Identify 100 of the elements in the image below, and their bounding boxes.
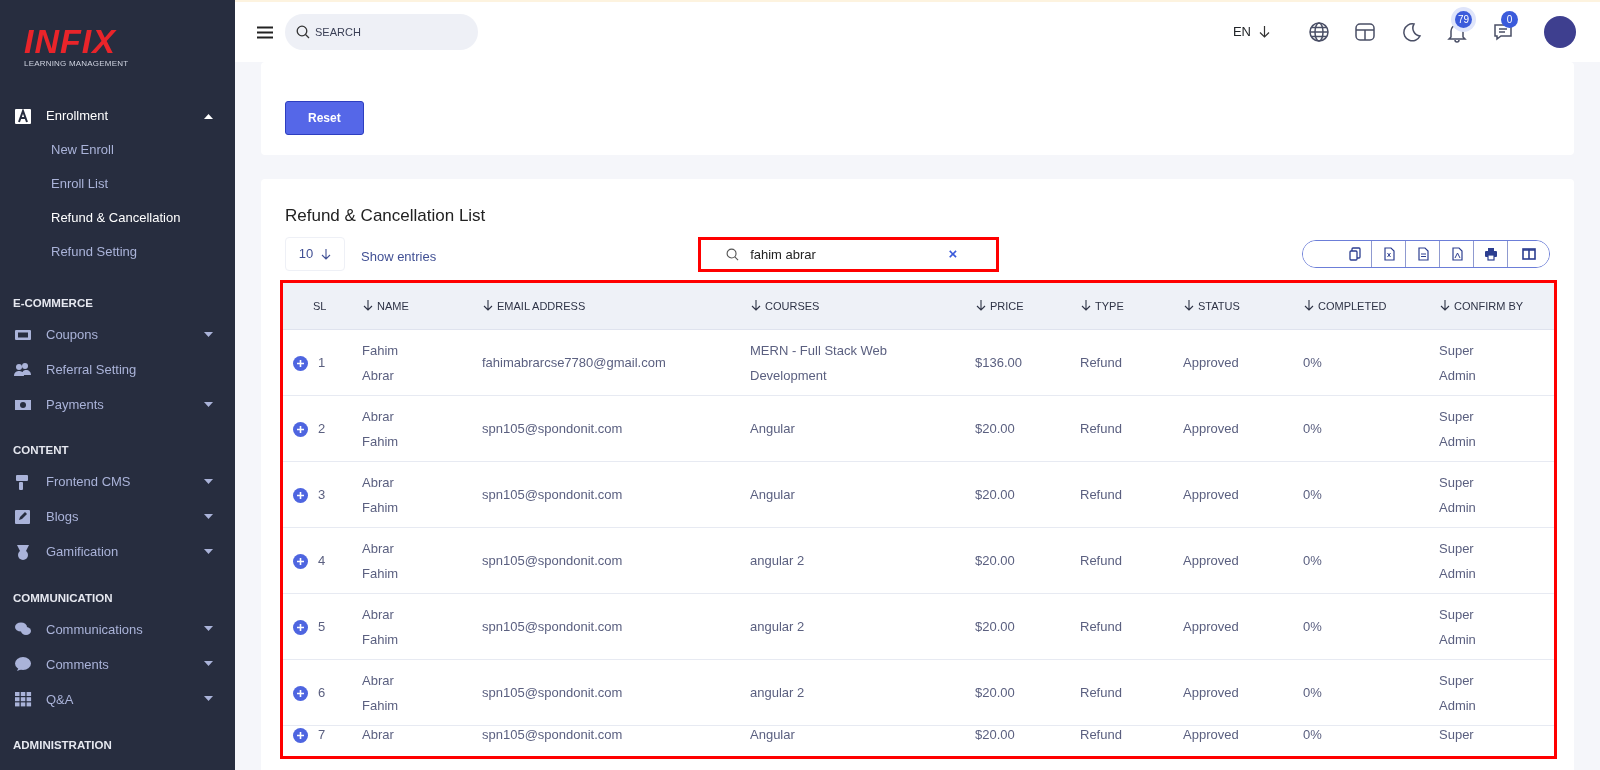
table-cell-text: angular 2 bbox=[750, 618, 805, 636]
submenu-item[interactable]: Refund & Cancellation bbox=[0, 201, 235, 235]
column-header[interactable]: SL bbox=[283, 282, 355, 330]
column-header[interactable]: PRICE bbox=[968, 282, 1073, 330]
plus-icon bbox=[296, 359, 305, 369]
table-cell: Approved bbox=[1183, 355, 1239, 370]
sort-arrow-icon bbox=[1184, 299, 1194, 311]
section-heading: ADMINISTRATION bbox=[12, 737, 113, 753]
columns-icon bbox=[1521, 247, 1536, 261]
table-cell: spn105@spondonit.com bbox=[482, 619, 623, 634]
search-field[interactable]: SEARCH bbox=[285, 14, 478, 50]
column-header[interactable]: COMPLETED bbox=[1296, 282, 1432, 330]
table-cell: 3 bbox=[318, 487, 326, 502]
export-button[interactable] bbox=[1507, 241, 1549, 267]
sort-arrow-icon bbox=[751, 299, 761, 311]
pdf-file-icon bbox=[1449, 247, 1464, 261]
down-arrow-icon bbox=[1259, 26, 1270, 38]
sort-arrow-icon bbox=[976, 299, 986, 311]
down-arrow-icon bbox=[321, 248, 332, 260]
section-title: Refund & Cancellation List bbox=[285, 205, 487, 227]
column-header[interactable]: EMAIL ADDRESS bbox=[475, 282, 743, 330]
expand-row-button[interactable] bbox=[293, 728, 308, 744]
expand-row-button[interactable] bbox=[293, 620, 308, 636]
table-cell: Approved bbox=[1183, 619, 1239, 634]
table-cell-text: Super Admin bbox=[1439, 473, 1477, 517]
expand-row-button[interactable] bbox=[293, 488, 308, 504]
plus-icon bbox=[296, 623, 305, 633]
table-cell: 5 bbox=[318, 619, 326, 634]
table-cell: 0% bbox=[1303, 355, 1322, 370]
table-cell: fahimabrarcse7780@gmail.com bbox=[482, 355, 666, 370]
column-header[interactable]: COURSES bbox=[743, 282, 968, 330]
chat-bubbles-icon bbox=[14, 621, 32, 638]
count-badge: 0 bbox=[1501, 11, 1518, 28]
table-cell: $20.00 bbox=[975, 727, 1015, 742]
sidebar-item[interactable]: Comments bbox=[0, 646, 235, 682]
pencil-icon bbox=[14, 509, 32, 525]
sidebar-item[interactable]: Blogs bbox=[0, 499, 235, 535]
submenu-item[interactable]: Enroll List bbox=[0, 167, 235, 201]
sidebar-item[interactable]: Gamification bbox=[0, 534, 235, 570]
chat-icon[interactable] bbox=[1492, 21, 1514, 43]
table-cell: Angular bbox=[750, 726, 795, 744]
table-cell-text: Abrar Fahim bbox=[362, 473, 400, 517]
table-cell: $20.00 bbox=[975, 685, 1015, 700]
sort-arrow-icon bbox=[1440, 299, 1450, 311]
submenu-item[interactable]: New Enroll bbox=[0, 133, 235, 167]
copy-icon bbox=[1348, 247, 1362, 261]
grid-icon bbox=[14, 691, 32, 708]
table-cell: Refund bbox=[1080, 553, 1122, 568]
clear-button[interactable]: × bbox=[948, 242, 958, 265]
table-cell-text: angular 2 bbox=[750, 552, 805, 570]
table-cell: 0% bbox=[1303, 487, 1322, 502]
page-length-select[interactable]: 10 bbox=[285, 237, 345, 271]
expand-row-button[interactable] bbox=[293, 422, 308, 438]
sort-arrow-icon bbox=[483, 299, 493, 311]
table-cell: $20.00 bbox=[975, 553, 1015, 568]
table-cell: Refund bbox=[1080, 487, 1122, 502]
table-cell: 0% bbox=[1303, 727, 1322, 742]
table-cell: Refund bbox=[1080, 619, 1122, 634]
column-header[interactable]: NAME bbox=[355, 282, 475, 330]
table-cell: Super bbox=[1439, 726, 1474, 744]
sort-arrow-icon bbox=[1304, 299, 1314, 311]
sidebar-item[interactable]: Communications bbox=[0, 611, 235, 647]
language-selector[interactable]: EN bbox=[1232, 22, 1270, 42]
table-cell-text: Super Admin bbox=[1439, 407, 1477, 451]
sidebar-item[interactable]: Coupons bbox=[0, 317, 235, 353]
medal-icon bbox=[14, 544, 32, 560]
sidebar-item[interactable]: Payments bbox=[0, 387, 235, 423]
column-header[interactable]: CONFIRM BY bbox=[1432, 282, 1554, 330]
table-cell: $20.00 bbox=[975, 619, 1015, 634]
column-header[interactable]: TYPE bbox=[1073, 282, 1176, 330]
reset-button[interactable]: Reset bbox=[285, 100, 364, 135]
table-cell: Refund bbox=[1080, 727, 1122, 742]
table-cell: $136.00 bbox=[975, 355, 1022, 370]
expand-row-button[interactable] bbox=[293, 686, 308, 702]
sidebar-item[interactable]: Enrollment bbox=[0, 98, 235, 133]
table-cell: spn105@spondonit.com bbox=[482, 727, 623, 742]
moon-icon[interactable] bbox=[1400, 21, 1422, 43]
avatar[interactable] bbox=[1544, 16, 1576, 48]
table-cell-text: Abrar Fahim bbox=[362, 407, 400, 451]
expand-row-button[interactable] bbox=[293, 554, 308, 570]
table-cell: spn105@spondonit.com bbox=[482, 421, 623, 436]
column-header[interactable]: STATUS bbox=[1176, 282, 1296, 330]
sidebar-item[interactable]: Q&A bbox=[0, 681, 235, 717]
layout-icon[interactable] bbox=[1354, 21, 1376, 43]
sidebar-item[interactable]: Frontend CMS bbox=[0, 464, 235, 500]
table-cell: 0% bbox=[1303, 553, 1322, 568]
table-cell: spn105@spondonit.com bbox=[482, 685, 623, 700]
globe-icon[interactable] bbox=[1308, 21, 1330, 43]
chat-bubble-icon bbox=[14, 656, 32, 673]
sidebar-item[interactable]: Referral Setting bbox=[0, 352, 235, 388]
expand-row-button[interactable] bbox=[293, 356, 308, 372]
table-cell: Approved bbox=[1183, 421, 1239, 436]
logo-text: INFIX bbox=[24, 24, 118, 58]
plus-icon bbox=[296, 731, 305, 741]
search-icon bbox=[726, 247, 740, 261]
print-icon bbox=[1483, 247, 1498, 261]
table-cell-text: Super Admin bbox=[1439, 671, 1477, 715]
submenu-item[interactable]: Refund Setting bbox=[0, 235, 235, 269]
table-cell: Refund bbox=[1080, 355, 1122, 370]
menu-icon[interactable] bbox=[257, 25, 273, 39]
